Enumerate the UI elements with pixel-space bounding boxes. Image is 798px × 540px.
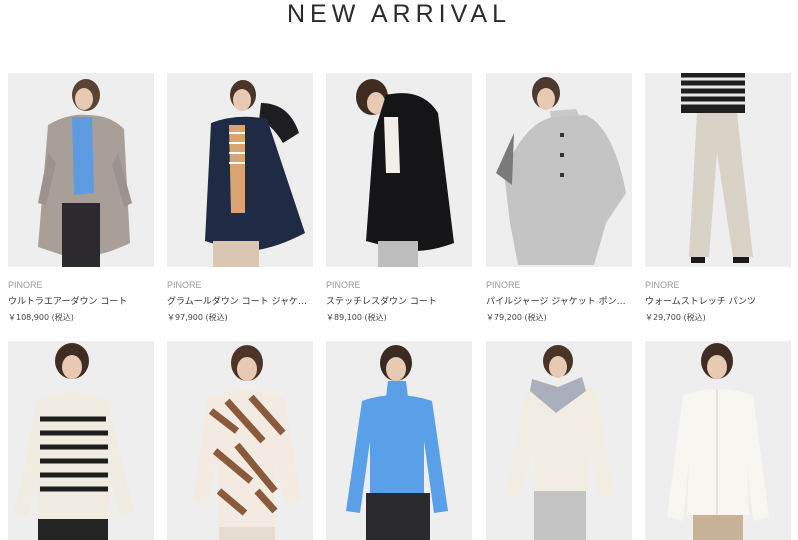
product-name[interactable]: ウォームストレッチ パンツ xyxy=(645,296,791,308)
product-card[interactable] xyxy=(486,341,632,540)
product-brand: PINORE xyxy=(486,280,521,290)
product-image[interactable] xyxy=(326,341,472,540)
product-image[interactable] xyxy=(486,73,632,267)
product-name[interactable]: グラムールダウン コート ジャケット xyxy=(167,296,313,308)
product-price: ￥89,100 (税込) xyxy=(326,313,387,322)
product-image[interactable] xyxy=(8,73,154,267)
section-title: NEW ARRIVAL xyxy=(286,0,512,28)
product-image[interactable] xyxy=(8,341,154,540)
product-name[interactable]: ウルトラエアーダウン コート xyxy=(8,296,154,308)
product-brand: PINORE xyxy=(645,280,680,290)
product-name[interactable]: ステッチレスダウン コート xyxy=(326,296,472,308)
product-image[interactable] xyxy=(645,73,791,267)
product-image[interactable] xyxy=(167,73,313,267)
product-brand: PINORE xyxy=(326,280,361,290)
product-card[interactable]: PINORE ステッチレスダウン コート ￥89,100 (税込) xyxy=(326,73,472,323)
product-card[interactable] xyxy=(326,341,472,540)
product-price: ￥108,900 (税込) xyxy=(8,313,74,322)
product-image[interactable] xyxy=(645,341,791,540)
product-card[interactable]: PINORE ウルトラエアーダウン コート ￥108,900 (税込) xyxy=(8,73,154,323)
product-card[interactable] xyxy=(167,341,313,540)
product-image[interactable] xyxy=(167,341,313,540)
product-image[interactable] xyxy=(326,73,472,267)
product-card[interactable] xyxy=(8,341,154,540)
product-name[interactable]: パイルジャージ ジャケット ポンチョ xyxy=(486,296,632,308)
product-price: ￥97,900 (税込) xyxy=(167,313,228,322)
product-card[interactable] xyxy=(645,341,791,540)
product-brand: PINORE xyxy=(167,280,202,290)
product-price: ￥79,200 (税込) xyxy=(486,313,547,322)
product-price: ￥29,700 (税込) xyxy=(645,313,706,322)
product-card[interactable]: PINORE パイルジャージ ジャケット ポンチョ ￥79,200 (税込) xyxy=(486,73,632,323)
product-brand: PINORE xyxy=(8,280,43,290)
product-card[interactable]: PINORE グラムールダウン コート ジャケット ￥97,900 (税込) xyxy=(167,73,313,323)
product-image[interactable] xyxy=(486,341,632,540)
product-card[interactable]: PINORE ウォームストレッチ パンツ ￥29,700 (税込) xyxy=(645,73,791,323)
